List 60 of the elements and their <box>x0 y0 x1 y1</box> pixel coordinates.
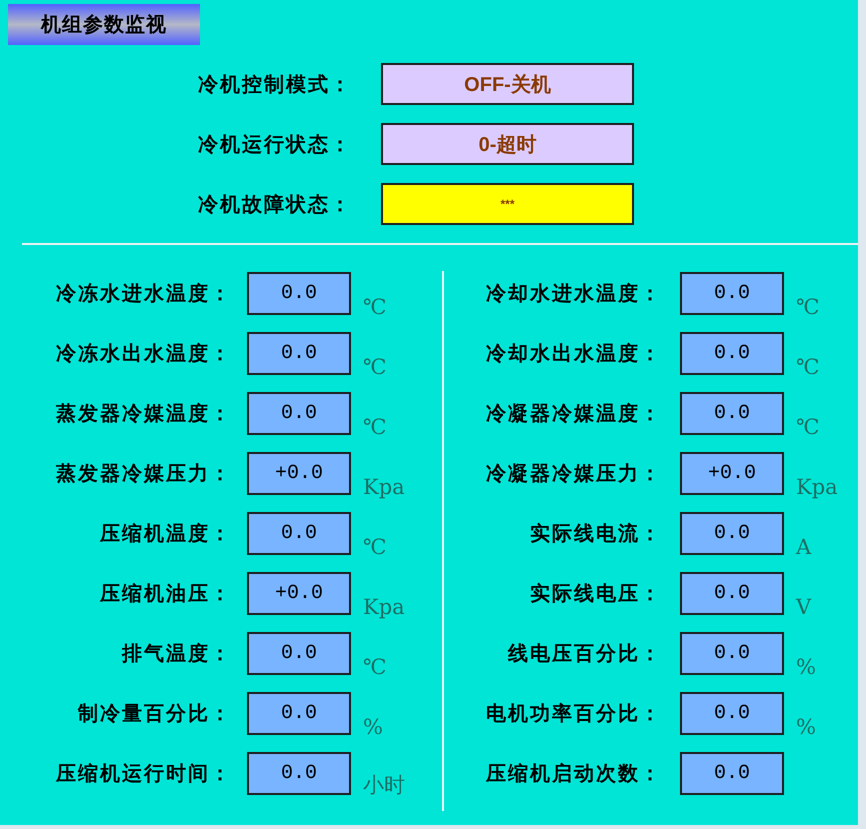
value-display: 0.0 <box>247 752 351 795</box>
value-display: 0.0 <box>680 332 784 375</box>
unit-label: ℃ <box>363 295 386 319</box>
value-display: 0.0 <box>680 692 784 735</box>
unit-label: 小时 <box>363 772 405 799</box>
field-label: 电机功率百分比： <box>485 700 662 727</box>
value-display: 0.0 <box>247 632 351 675</box>
field-label: 线电压百分比： <box>506 640 662 667</box>
status-label: 冷机故障状态： <box>197 190 352 218</box>
unit-label: % <box>796 715 816 739</box>
field-label: 冷冻水出水温度： <box>55 340 232 367</box>
value-display: 0.0 <box>680 272 784 315</box>
value-display: 0.0 <box>680 752 784 795</box>
unit-label: Kpa <box>363 595 405 619</box>
unit-label: % <box>363 715 383 739</box>
field-label: 冷却水出水温度： <box>485 340 662 367</box>
field-label: 压缩机温度： <box>98 520 232 547</box>
field-label: 排气温度： <box>120 640 232 667</box>
unit-label: Kpa <box>363 475 405 499</box>
field-label: 冷凝器冷媒压力： <box>485 460 662 487</box>
value-display: 0.0 <box>680 392 784 435</box>
status-display: 0-超时 <box>381 123 634 165</box>
value-display: 0.0 <box>680 572 784 615</box>
unit-label: A <box>796 535 812 559</box>
value-display: 0.0 <box>247 512 351 555</box>
status-label: 冷机控制模式： <box>197 70 352 98</box>
value-display: 0.0 <box>680 632 784 675</box>
unit-label: ℃ <box>363 355 386 379</box>
value-display: 0.0 <box>247 392 351 435</box>
field-label: 压缩机启动次数： <box>484 760 662 787</box>
unit-label: ℃ <box>796 415 820 439</box>
field-label: 压缩机运行时间： <box>54 760 232 787</box>
field-label: 制冷量百分比： <box>76 700 232 727</box>
status-label: 冷机运行状态： <box>197 130 352 158</box>
status-display: OFF-关机 <box>381 63 634 105</box>
value-display: +0.0 <box>247 572 351 615</box>
unit-label: % <box>796 655 816 679</box>
field-label: 蒸发器冷媒温度： <box>54 400 232 427</box>
value-display: 0.0 <box>247 332 351 375</box>
unit-label: Kpa <box>796 475 838 499</box>
field-label: 冷却水进水温度： <box>485 280 662 307</box>
value-display: +0.0 <box>680 452 784 495</box>
value-display: 0.0 <box>680 512 784 555</box>
field-label: 压缩机油压： <box>98 580 232 607</box>
unit-label: ℃ <box>796 295 820 319</box>
status-display: *** <box>381 183 634 225</box>
field-label: 冷冻水进水温度： <box>55 280 232 307</box>
field-label: 实际线电压： <box>529 580 662 607</box>
field-label: 实际线电流： <box>529 520 662 547</box>
unit-label: ℃ <box>363 415 386 439</box>
unit-label: ℃ <box>796 355 820 379</box>
unit-label: ℃ <box>363 655 386 679</box>
field-label: 蒸发器冷媒压力： <box>54 460 232 487</box>
unit-label: ℃ <box>363 535 386 559</box>
field-label: 冷凝器冷媒温度： <box>485 400 662 427</box>
value-display: 0.0 <box>247 272 351 315</box>
panel-title: 机组参数监视 <box>8 4 200 45</box>
value-display: 0.0 <box>247 692 351 735</box>
value-display: +0.0 <box>247 452 351 495</box>
unit-label: V <box>796 595 812 619</box>
